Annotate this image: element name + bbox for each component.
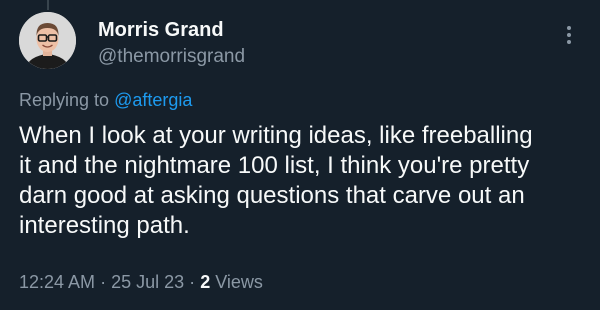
- replying-to-label: Replying to: [19, 90, 110, 110]
- tweet-date[interactable]: 25 Jul 23: [111, 272, 184, 292]
- author-avatar[interactable]: [19, 12, 76, 69]
- author-display-name[interactable]: Morris Grand: [98, 19, 224, 42]
- vertical-ellipsis-icon-dot: [567, 40, 571, 44]
- tweet-text-line: interesting path.: [19, 212, 190, 239]
- reply-mention-link[interactable]: @aftergia: [114, 90, 192, 110]
- tweet-text-line: it and the nightmare 100 list, I think y…: [19, 152, 530, 179]
- tweet-metadata: 12:24 AM · 25 Jul 23 · 2 Views: [19, 272, 263, 293]
- tweet-text: When I look at your writing ideas, like …: [19, 121, 594, 241]
- meta-separator: ·: [189, 272, 196, 292]
- author-handle[interactable]: @themorrisgrand: [98, 46, 245, 68]
- meta-separator: ·: [100, 272, 107, 292]
- thread-connector-line: [47, 0, 49, 10]
- tweet-time[interactable]: 12:24 AM: [19, 272, 95, 292]
- avatar-photo-icon: [19, 12, 76, 69]
- tweet-text-line: darn good at asking questions that carve…: [19, 182, 525, 209]
- vertical-ellipsis-icon: [567, 26, 571, 30]
- more-options-button[interactable]: [556, 20, 582, 50]
- vertical-ellipsis-icon-dot: [567, 33, 571, 37]
- tweet-text-line: When I look at your writing ideas, like …: [19, 122, 533, 149]
- replying-to-line: Replying to @aftergia: [19, 90, 192, 111]
- views-count: 2: [200, 272, 211, 292]
- views-label: Views: [215, 272, 263, 292]
